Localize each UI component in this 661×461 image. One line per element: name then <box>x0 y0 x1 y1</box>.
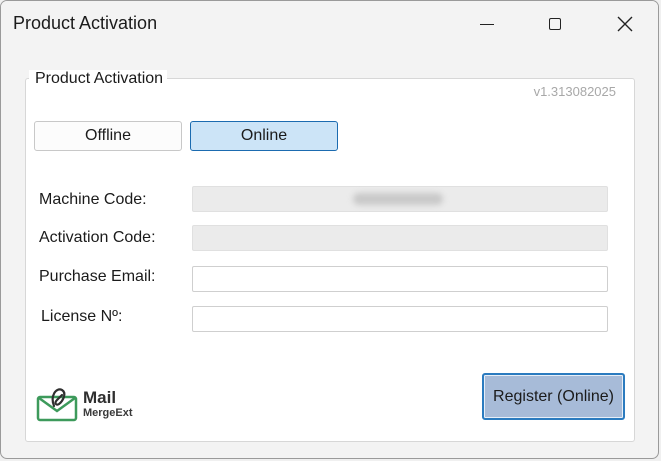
minimize-button[interactable] <box>452 1 522 47</box>
maximize-icon <box>549 18 561 30</box>
offline-mode-button[interactable]: Offline <box>34 121 182 151</box>
logo-mail-text: Mail <box>83 388 117 407</box>
mailmergeext-logo: Mail MergeExt <box>36 386 146 422</box>
obscured-machine-code <box>353 193 443 205</box>
purchase-email-label: Purchase Email: <box>39 268 156 285</box>
activation-code-label: Activation Code: <box>39 229 156 246</box>
close-icon <box>617 16 633 32</box>
register-online-button[interactable]: Register (Online) <box>482 373 625 420</box>
license-number-label: License Nº: <box>41 308 123 325</box>
license-number-input[interactable] <box>192 306 608 332</box>
close-button[interactable] <box>590 1 658 47</box>
activation-code-field <box>192 225 608 251</box>
group-box-title: Product Activation <box>32 70 167 88</box>
purchase-email-input[interactable] <box>192 266 608 292</box>
activation-window: Product Activation Product Activation v1… <box>0 0 659 459</box>
logo-sub-text: MergeExt <box>83 407 133 419</box>
maximize-button[interactable] <box>520 1 590 47</box>
machine-code-label: Machine Code: <box>39 191 147 208</box>
online-mode-button[interactable]: Online <box>190 121 338 151</box>
window-title: Product Activation <box>13 13 158 33</box>
version-label: v1.313082025 <box>533 84 616 99</box>
mail-envelope-icon <box>36 388 78 422</box>
machine-code-field <box>192 186 608 212</box>
minimize-icon <box>480 23 494 25</box>
title-bar: Product Activation <box>1 1 658 47</box>
